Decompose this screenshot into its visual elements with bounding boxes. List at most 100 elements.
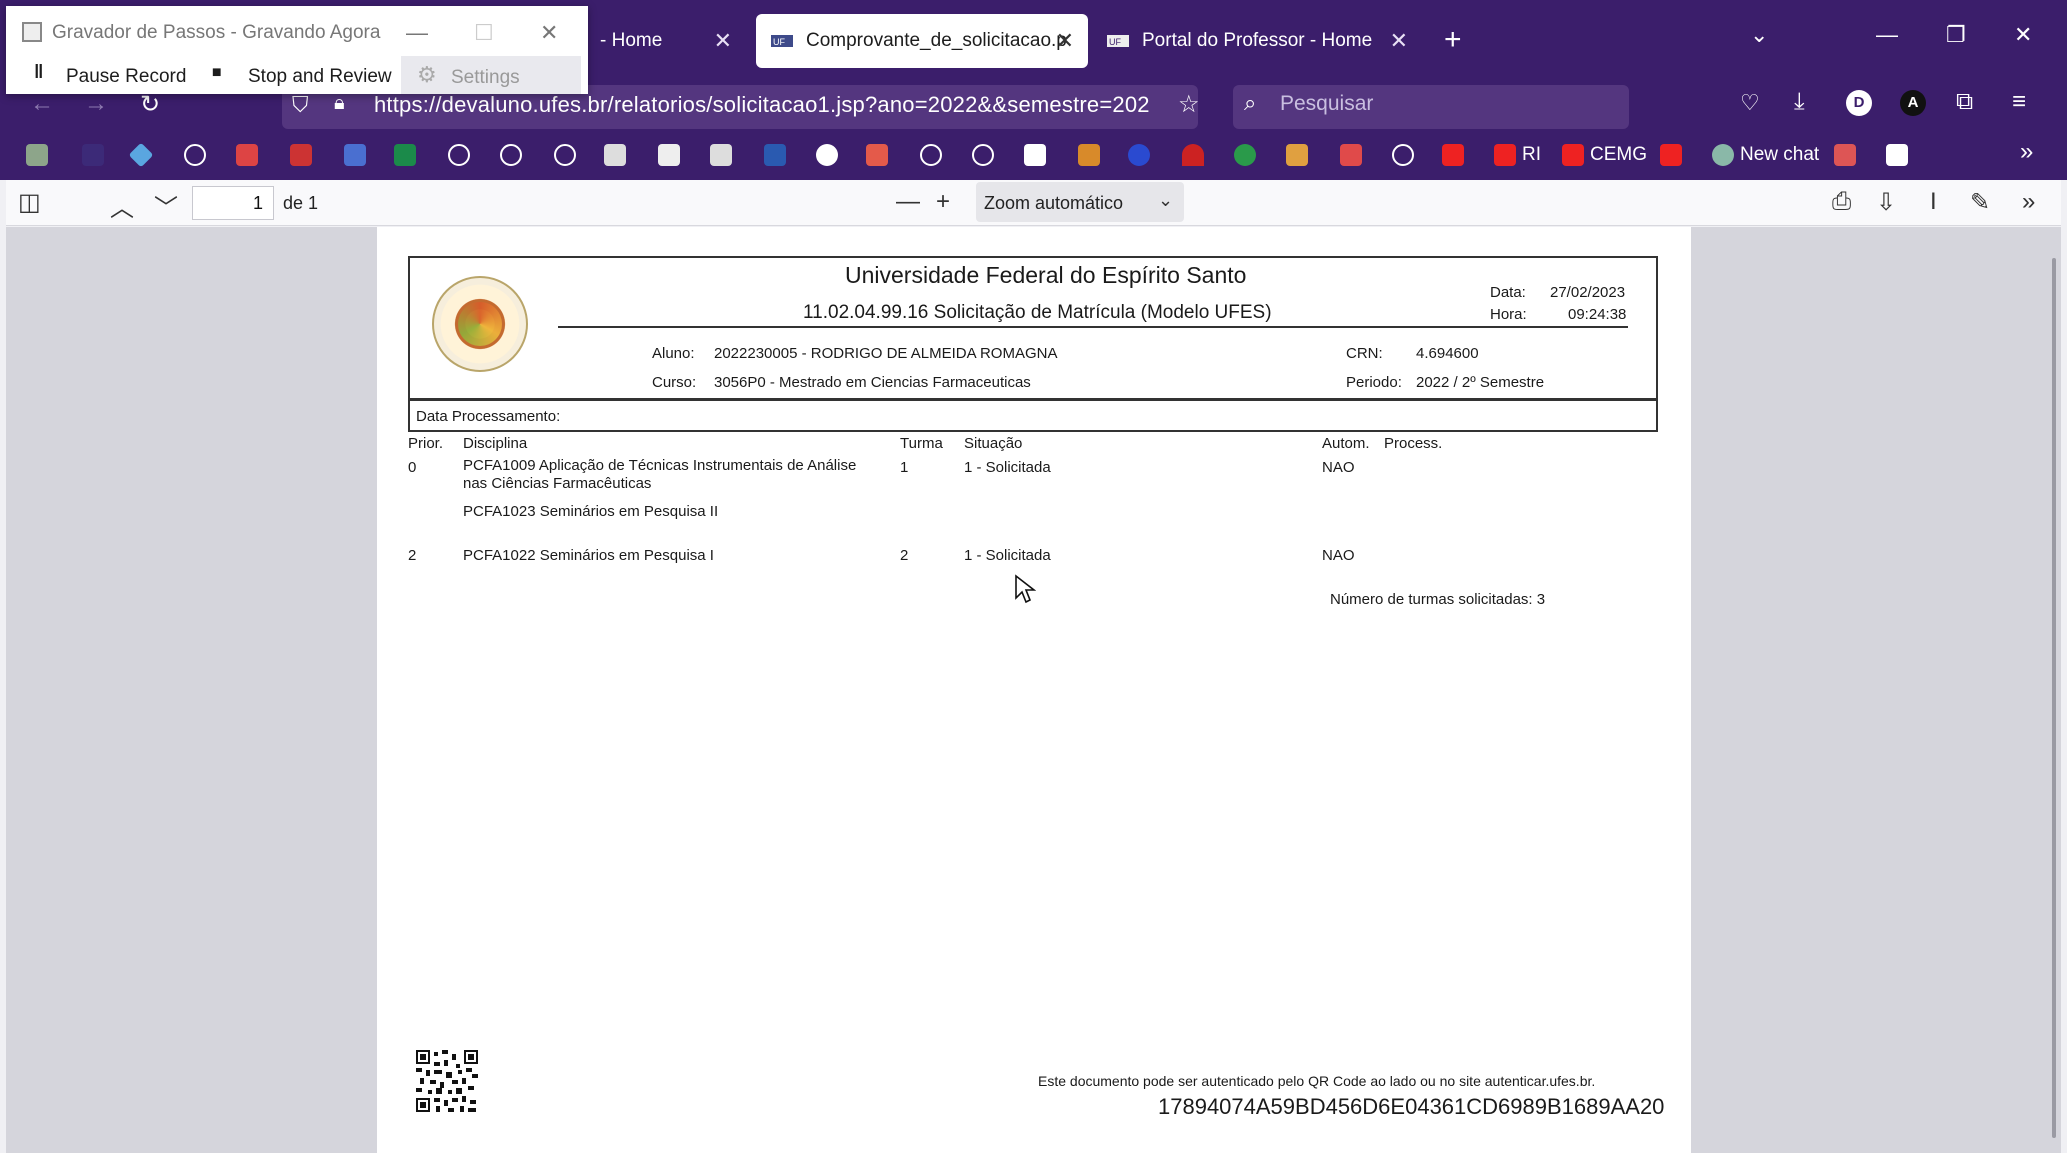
youtube-icon[interactable] (1562, 144, 1584, 166)
globe-icon[interactable] (184, 144, 206, 166)
extensions-icon[interactable]: ⧉ (1956, 88, 1973, 116)
bookmark-cemg[interactable]: CEMG (1590, 144, 1647, 166)
ufes-icon[interactable] (604, 144, 626, 166)
chatgpt-icon[interactable] (1712, 144, 1734, 166)
table-row-status: 1 - Solicitada (964, 547, 1051, 564)
gmail-icon[interactable] (236, 144, 258, 166)
back-icon[interactable]: ← (30, 90, 54, 118)
zoom-value: Zoom automático (984, 193, 1124, 213)
download-icon[interactable]: ⤓ (1794, 88, 1805, 116)
bookmark-icon[interactable] (344, 144, 366, 166)
bookmark-icon[interactable] (1182, 144, 1204, 166)
youtube-icon[interactable] (1442, 144, 1464, 166)
profile-icon[interactable]: D (1846, 90, 1872, 116)
time-label: Hora: (1490, 306, 1527, 323)
ufes-icon[interactable] (710, 144, 732, 166)
bookmark-icon[interactable] (1234, 144, 1256, 166)
bookmark-icon[interactable] (82, 144, 104, 166)
restore-icon[interactable]: ❐ (1946, 22, 1966, 48)
globe-icon[interactable] (1392, 144, 1414, 166)
pocket-icon[interactable]: ♡ (1740, 90, 1760, 116)
youtube-icon[interactable] (1660, 144, 1682, 166)
close-icon[interactable]: ✕ (1390, 28, 1408, 54)
settings-button[interactable]: ⚙ Settings (401, 56, 581, 94)
gmail-icon[interactable] (290, 144, 312, 166)
tab-home[interactable]: - Home ✕ (586, 14, 746, 68)
globe-icon[interactable] (500, 144, 522, 166)
tab-comprovante[interactable]: UF Comprovante_de_solicitacao.p ✕ (756, 14, 1088, 68)
close-window-icon[interactable]: ✕ (2014, 22, 2032, 48)
bookmark-icon[interactable] (1834, 144, 1856, 166)
zoom-out-icon[interactable]: — (896, 188, 920, 216)
star-icon[interactable]: ☆ (1178, 90, 1200, 119)
close-icon[interactable]: ✕ (540, 20, 558, 46)
save-icon[interactable]: ⇩ (1876, 188, 1896, 217)
page-number-input[interactable]: 1 (192, 186, 274, 220)
bookmark-icon[interactable] (1340, 144, 1362, 166)
tab-portal-professor[interactable]: UF Portal do Professor - Home ✕ (1092, 14, 1422, 68)
minimize-icon[interactable]: — (406, 20, 428, 46)
course-label: Curso: (652, 374, 697, 391)
bookmark-icon[interactable] (764, 144, 786, 166)
bookmark-icon[interactable] (1128, 144, 1150, 166)
print-icon[interactable]: ⎙ (1832, 188, 1851, 216)
more-tools-icon[interactable]: » (2022, 188, 2035, 216)
bookmark-icon[interactable] (1286, 144, 1308, 166)
globe-icon[interactable] (554, 144, 576, 166)
globe-icon[interactable] (448, 144, 470, 166)
scrollbar[interactable] (2052, 258, 2056, 1138)
pause-icon: ‖ (34, 62, 44, 83)
close-icon[interactable]: ✕ (714, 28, 732, 54)
ufes-icon: UF (1106, 32, 1130, 50)
maximize-icon: ☐ (474, 20, 494, 45)
globe-icon[interactable] (972, 144, 994, 166)
stop-and-review-button[interactable]: Stop and Review (248, 66, 392, 88)
text-tool-icon[interactable]: I (1930, 188, 1937, 216)
bookmark-new-chat[interactable]: New chat (1740, 144, 1819, 166)
bookmark-ri[interactable]: RI (1522, 144, 1541, 166)
url-text[interactable]: https://devaluno.ufes.br/relatorios/soli… (374, 92, 1150, 118)
table-row-discipline: PCFA1022 Seminários em Pesquisa I (463, 547, 714, 564)
bookmark-icon[interactable] (1078, 144, 1100, 166)
column-class: Turma (900, 435, 943, 452)
settings-label: Settings (451, 67, 520, 88)
more-bookmarks-icon[interactable]: » (2020, 138, 2033, 166)
zoom-in-icon[interactable]: + (936, 188, 950, 216)
bookmark-icon[interactable] (866, 144, 888, 166)
ufes-icon: UF (770, 32, 794, 50)
globe-icon[interactable] (920, 144, 942, 166)
svg-text:UF: UF (1109, 37, 1121, 47)
menu-icon[interactable]: ≡ (2012, 88, 2026, 116)
steps-recorder-window: Gravador de Passos - Gravando Agora — ☐ … (6, 6, 588, 94)
close-icon[interactable]: ✕ (1056, 28, 1074, 54)
bookmark-icon[interactable] (394, 144, 416, 166)
processing-box (408, 400, 1658, 432)
search-input[interactable]: Pesquisar (1280, 92, 1373, 116)
reload-icon[interactable]: ↻ (140, 90, 160, 119)
list-tabs-icon[interactable]: ⌄ (1750, 22, 1768, 48)
extension-icon[interactable]: A (1900, 90, 1926, 116)
period-label: Periodo: (1346, 374, 1402, 391)
clock-icon[interactable] (816, 144, 838, 166)
table-row-class: 2 (900, 547, 909, 564)
recorder-app-icon (22, 22, 42, 42)
bookmark-icon[interactable] (1024, 144, 1046, 166)
pause-record-button[interactable]: Pause Record (66, 66, 186, 88)
lock-icon[interactable]: 🔒︎ (334, 92, 345, 115)
draw-icon[interactable]: ✎ (1970, 188, 1990, 217)
chevron-down-icon: ⌄ (1158, 190, 1174, 210)
recorder-title: Gravador de Passos - Gravando Agora (52, 22, 381, 43)
bookmark-icon[interactable] (26, 144, 48, 166)
sidebar-toggle-icon[interactable]: ◫ (18, 188, 41, 217)
next-page-icon[interactable]: ﹀ (154, 188, 178, 223)
time-value: 09:24:38 (1568, 306, 1627, 323)
shield-icon[interactable]: ⛉ (292, 92, 309, 118)
x-icon[interactable] (1886, 144, 1908, 166)
previous-page-icon[interactable]: ︿ (110, 188, 134, 223)
new-tab-button[interactable]: + (1444, 22, 1462, 58)
forward-icon[interactable]: → (84, 90, 108, 118)
youtube-icon[interactable] (1494, 144, 1516, 166)
bookmark-icon[interactable] (658, 144, 680, 166)
column-process: Process. (1384, 435, 1443, 452)
minimize-icon[interactable]: — (1876, 22, 1898, 48)
